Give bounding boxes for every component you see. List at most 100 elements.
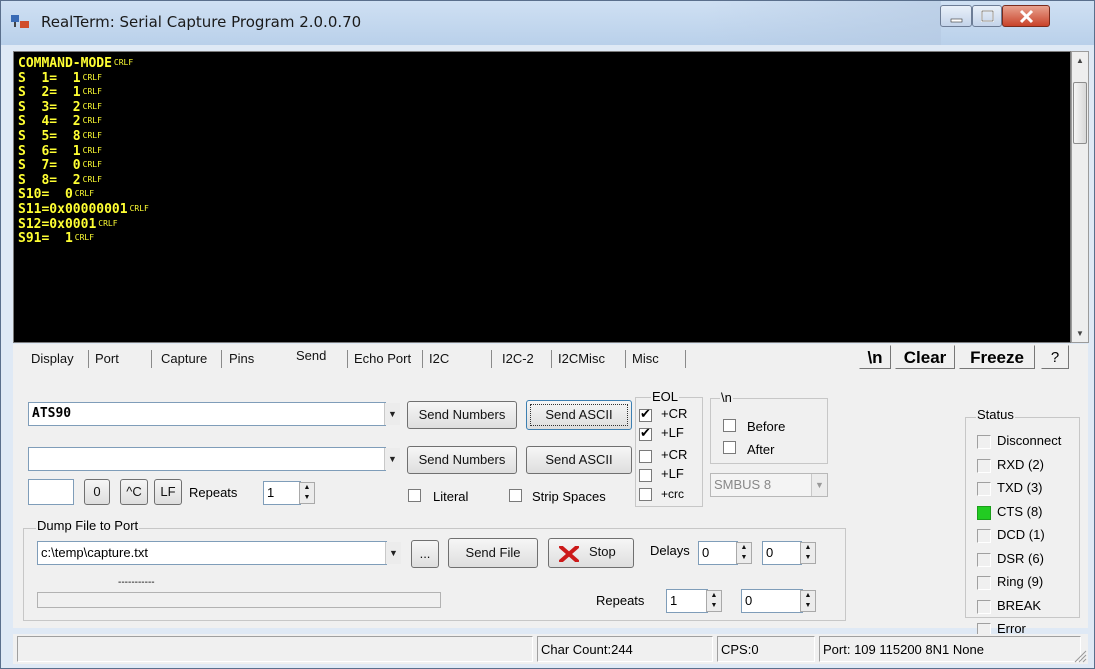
tab-pins[interactable]: Pins	[229, 351, 254, 366]
eol-crc-checkbox[interactable]	[639, 488, 652, 501]
terminal-line-text: S 4= 2	[18, 114, 81, 130]
delay2-spin[interactable]: ▲ ▼	[800, 542, 816, 564]
dump-repeats1-input[interactable]: 1	[666, 589, 708, 613]
eol-cr1-label: +CR	[661, 406, 688, 421]
crlf-marker: CRLF	[74, 233, 95, 243]
cps-cell: CPS:0	[717, 636, 815, 662]
terminal-line-text: S11=0x00000001	[18, 202, 128, 217]
literal-checkbox[interactable]	[408, 489, 421, 502]
eol-lf2-label: +LF	[661, 466, 684, 481]
tab-misc[interactable]: Misc	[632, 351, 659, 366]
status-group-title: Status	[976, 407, 1015, 422]
terminal-scrollbar[interactable]: ▲ ▼	[1071, 51, 1089, 343]
crlf-marker: CRLF	[82, 174, 102, 184]
close-button[interactable]	[1002, 5, 1050, 27]
send-zero-button[interactable]: 0	[84, 479, 110, 505]
minimize-icon	[950, 18, 963, 23]
send-line2-input[interactable]	[28, 447, 386, 471]
terminal-line: S91= 1 CRLF	[18, 231, 94, 246]
crlf-marker: CRLF	[82, 87, 102, 97]
before-label: Before	[747, 419, 786, 434]
title-decoration	[701, 1, 941, 45]
chevron-down-icon[interactable]: ▼	[811, 474, 827, 496]
help-button[interactable]: ?	[1041, 345, 1069, 369]
stop-button[interactable]: Stop	[548, 538, 634, 568]
dump-file-group-title: Dump File to Port	[36, 518, 140, 533]
status-empty-cell	[17, 636, 533, 662]
newline-display-button[interactable]: \n	[859, 345, 891, 369]
eol-cr1-checkbox[interactable]: ✔	[639, 407, 652, 422]
terminal-line: S 2= 1 CRLF	[18, 85, 102, 100]
scroll-down-icon[interactable]: ▼	[1072, 325, 1088, 342]
tab-capture[interactable]: Capture	[161, 351, 207, 366]
resize-grip-icon[interactable]	[1073, 649, 1087, 663]
strip-spaces-checkbox[interactable]	[509, 489, 522, 502]
stop-label: Stop	[589, 544, 616, 559]
tab-i2c-2[interactable]: I2C-2	[502, 351, 534, 366]
after-checkbox[interactable]	[723, 441, 736, 454]
eol-cr2-label: +CR	[661, 447, 688, 462]
terminal-line-text: COMMAND-MODE	[18, 56, 112, 71]
repeats-input[interactable]: 1	[263, 481, 301, 505]
delay2-input[interactable]: 0	[762, 541, 802, 565]
dump-progress-text: -----------	[118, 577, 155, 588]
tab-bar: Display Port Capture Pins Send Echo Port…	[13, 344, 863, 374]
clear-button[interactable]: Clear	[895, 345, 955, 369]
eol-lf1-checkbox[interactable]: ✔	[639, 426, 652, 441]
scroll-thumb[interactable]	[1073, 82, 1087, 144]
tab-send[interactable]: Send	[296, 348, 326, 363]
title-bar[interactable]: RealTerm: Serial Capture Program 2.0.0.7…	[1, 1, 1094, 45]
crlf-marker: CRLF	[82, 116, 102, 126]
dump-repeats2-spin[interactable]: ▲ ▼	[800, 590, 816, 612]
terminal-line: S 1= 1 CRLF	[18, 71, 102, 86]
tab-display[interactable]: Display	[31, 351, 74, 366]
send-file-button[interactable]: Send File	[448, 538, 538, 568]
maximize-button[interactable]	[972, 5, 1002, 27]
status-label: CTS (8)	[997, 503, 1043, 519]
status-led[interactable]	[977, 599, 991, 614]
send-ascii-button-2[interactable]: Send ASCII	[526, 446, 632, 474]
send-numbers-button-1[interactable]: Send Numbers	[407, 401, 517, 429]
dump-repeats2-input[interactable]: 0	[741, 589, 803, 613]
delay1-input[interactable]: 0	[698, 541, 738, 565]
newline-group-title: \n	[720, 390, 733, 405]
status-label: Ring (9)	[997, 574, 1044, 589]
scroll-up-icon[interactable]: ▲	[1072, 52, 1088, 69]
eol-lf2-checkbox[interactable]	[639, 469, 652, 482]
send-numbers-button-2[interactable]: Send Numbers	[407, 446, 517, 474]
terminal-output[interactable]: COMMAND-MODE CRLF S 1= 1 CRLF S 2= 1 CRLF S 3=…	[13, 51, 1071, 343]
freeze-button[interactable]: Freeze	[959, 345, 1035, 369]
delay1-spin[interactable]: ▲ ▼	[736, 542, 752, 564]
tab-echo-port[interactable]: Echo Port	[354, 351, 411, 366]
minimize-button[interactable]	[940, 5, 972, 27]
dump-file-input[interactable]: c:\temp\capture.txt	[37, 541, 387, 565]
send-lf-button[interactable]: LF	[154, 479, 182, 505]
crlf-marker: CRLF	[129, 204, 149, 213]
before-checkbox[interactable]	[723, 419, 736, 432]
send-line1-input[interactable]: ATS90	[28, 402, 386, 426]
dump-progress-bar	[37, 592, 441, 608]
tab-port[interactable]: Port	[95, 351, 119, 366]
terminal-line: S 8= 2 CRLF	[18, 173, 102, 188]
tab-i2c[interactable]: I2C	[429, 351, 449, 366]
char-input[interactable]	[28, 479, 74, 505]
repeats-spin[interactable]: ▲ ▼	[299, 482, 315, 504]
crlf-marker: CRLF	[82, 72, 102, 82]
terminal-line: S 4= 2 CRLF	[18, 114, 102, 129]
status-label: RXD (2)	[997, 456, 1044, 472]
terminal-line: S12=0x0001 CRLF	[18, 217, 118, 232]
terminal-line: S 5= 8 CRLF	[18, 129, 102, 144]
tab-i2cmisc[interactable]: I2CMisc	[558, 351, 605, 366]
send-ascii-button-1[interactable]: Send ASCII	[526, 400, 632, 430]
browse-button[interactable]: ...	[411, 540, 439, 568]
window-title: RealTerm: Serial Capture Program 2.0.0.7…	[41, 13, 362, 31]
chevron-down-icon[interactable]: ▼	[384, 403, 400, 425]
status-led[interactable]	[977, 435, 991, 449]
eol-cr2-checkbox[interactable]	[639, 450, 652, 463]
status-label: DCD (1)	[997, 527, 1045, 542]
chevron-down-icon[interactable]: ▼	[384, 448, 400, 470]
chevron-down-icon[interactable]: ▼	[385, 542, 401, 564]
send-ctrl-c-button[interactable]: ^C	[120, 479, 148, 505]
crlf-marker: CRLF	[98, 218, 118, 228]
dump-repeats1-spin[interactable]: ▲ ▼	[706, 590, 722, 612]
